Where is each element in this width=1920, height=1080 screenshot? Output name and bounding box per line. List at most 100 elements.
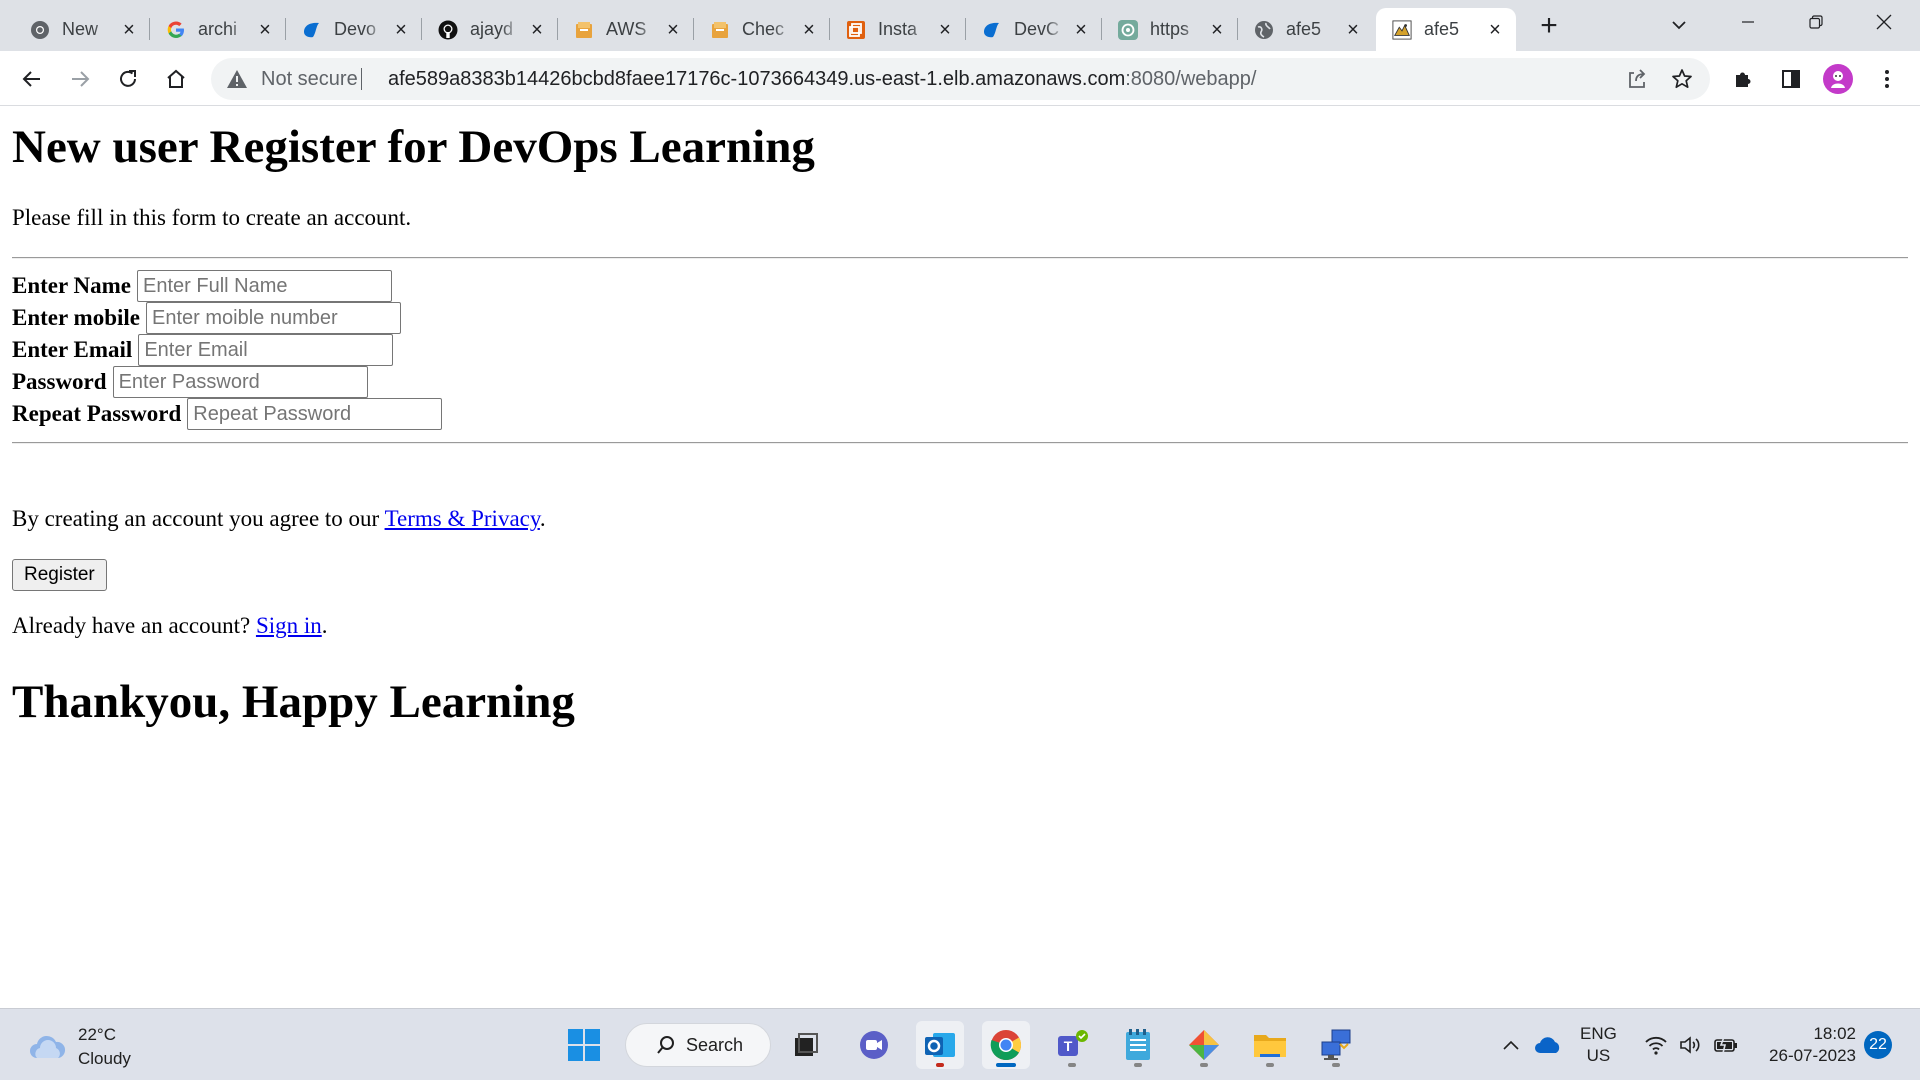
tab-title: Insta	[878, 19, 918, 39]
close-icon[interactable]: ×	[1206, 19, 1228, 41]
mobile-input[interactable]	[145, 302, 401, 334]
git-icon	[1189, 1030, 1219, 1060]
taskbar-app-remote-desktop[interactable]	[1312, 1021, 1360, 1069]
close-icon[interactable]: ×	[1070, 19, 1092, 41]
chevron-down-icon	[1672, 21, 1686, 30]
speaker-icon	[1680, 1036, 1700, 1054]
tab-search-button[interactable]	[1662, 8, 1696, 42]
signin-text: Already have an account? Sign in.	[12, 613, 328, 639]
tab-title: afe5	[1424, 19, 1460, 39]
google-icon	[166, 20, 186, 40]
taskbar-app-teams[interactable]: T	[1048, 1021, 1096, 1069]
taskbar-app-file-explorer[interactable]	[1246, 1021, 1294, 1069]
name-input[interactable]	[137, 270, 393, 302]
browser-tab-active[interactable]: afe5 ×	[1376, 8, 1516, 51]
task-view-icon	[795, 1033, 818, 1056]
browser-toolbar: Not secure afe589a8383b14426bcbd8faee171…	[0, 51, 1920, 106]
weather-widget[interactable]: 22°C Cloudy	[28, 1023, 131, 1071]
close-icon[interactable]: ×	[526, 19, 548, 41]
taskbar-app-chrome[interactable]	[982, 1021, 1030, 1069]
side-panel-button[interactable]	[1774, 62, 1808, 96]
address-bar[interactable]: Not secure afe589a8383b14426bcbd8faee171…	[211, 58, 1710, 100]
bookmark-star-icon[interactable]	[1667, 64, 1697, 94]
tab-title: New	[62, 19, 99, 39]
more-vert-icon	[1885, 70, 1889, 88]
register-button[interactable]: Register	[12, 559, 107, 591]
url-text[interactable]: afe589a8383b14426bcbd8faee17176c-1073664…	[388, 68, 1256, 91]
browser-tab-strip: New × archi × Devo × ajayd × AWS × Chec …	[0, 0, 1920, 51]
home-icon	[167, 69, 185, 88]
browser-tab[interactable]: DevC ×	[966, 8, 1102, 51]
taskbar-app-git[interactable]	[1180, 1021, 1228, 1069]
close-window-button[interactable]	[1856, 0, 1912, 44]
notification-badge[interactable]: 22	[1864, 1031, 1892, 1059]
running-indicator	[1332, 1063, 1340, 1067]
forward-button[interactable]	[63, 62, 97, 96]
taskbar-app-meet[interactable]	[850, 1021, 898, 1069]
browser-tab[interactable]: New ×	[14, 8, 150, 51]
reload-button[interactable]	[111, 62, 145, 96]
browser-tab[interactable]: https ×	[1102, 8, 1238, 51]
minimize-button[interactable]	[1720, 0, 1776, 44]
remote-desktop-icon	[1321, 1029, 1351, 1060]
terms-link[interactable]: Terms & Privacy	[385, 506, 540, 531]
volume-button[interactable]	[1677, 1031, 1705, 1059]
wifi-button[interactable]	[1642, 1031, 1670, 1059]
windows-taskbar: 22°C Cloudy Search T ENG US 18:02 26-07-…	[0, 1008, 1920, 1080]
browser-tab[interactable]: archi ×	[150, 8, 286, 51]
home-button[interactable]	[159, 62, 193, 96]
signin-link[interactable]: Sign in	[256, 613, 322, 638]
browser-menu-button[interactable]	[1870, 62, 1904, 96]
url-path: :8080/webapp/	[1125, 68, 1257, 90]
running-indicator	[1068, 1063, 1076, 1067]
warning-icon[interactable]	[225, 68, 249, 90]
divider	[361, 68, 362, 90]
close-icon[interactable]: ×	[254, 19, 276, 41]
extensions-button[interactable]	[1726, 62, 1760, 96]
clock-time: 18:02	[1813, 1024, 1856, 1043]
taskbar-search[interactable]: Search	[625, 1023, 771, 1067]
task-view-button[interactable]	[782, 1021, 830, 1069]
battery-button[interactable]	[1712, 1031, 1740, 1059]
browser-tab[interactable]: Devo ×	[286, 8, 422, 51]
new-tab-button[interactable]: +	[1532, 10, 1566, 44]
close-icon[interactable]: ×	[662, 19, 684, 41]
close-icon[interactable]: ×	[798, 19, 820, 41]
running-indicator	[1134, 1063, 1142, 1067]
intro-text: Please fill in this form to create an ac…	[12, 205, 412, 230]
tomcat-icon	[1392, 19, 1412, 40]
taskbar-app-outlook[interactable]	[916, 1021, 964, 1069]
terms-text: By creating an account you agree to our …	[12, 506, 546, 532]
password-input[interactable]	[112, 366, 368, 398]
taskbar-app-notepad[interactable]	[1114, 1021, 1162, 1069]
tab-title: AWS	[606, 19, 647, 39]
browser-tab[interactable]: ajayd ×	[422, 8, 558, 51]
close-icon[interactable]: ×	[1342, 19, 1364, 41]
back-button[interactable]	[15, 62, 49, 96]
teams-icon: T	[1058, 1030, 1088, 1056]
language-indicator[interactable]: ENG US	[1580, 1023, 1617, 1067]
close-icon[interactable]: ×	[1484, 19, 1506, 41]
browser-tab[interactable]: AWS ×	[558, 8, 694, 51]
onedrive-button[interactable]	[1534, 1031, 1562, 1059]
restore-icon	[1809, 15, 1823, 29]
system-clock[interactable]: 18:02 26-07-2023	[1762, 1023, 1856, 1067]
repeat-password-input[interactable]	[187, 398, 443, 430]
restore-button[interactable]	[1788, 0, 1844, 44]
close-icon[interactable]: ×	[118, 19, 140, 41]
share-icon[interactable]	[1622, 64, 1652, 94]
security-label: Not secure	[261, 68, 358, 90]
email-input[interactable]	[138, 334, 394, 366]
browser-tab[interactable]: Chec ×	[694, 8, 830, 51]
close-icon[interactable]: ×	[390, 19, 412, 41]
tray-overflow-button[interactable]	[1497, 1031, 1525, 1059]
profile-avatar[interactable]	[1823, 64, 1853, 94]
terms-suffix: .	[539, 506, 546, 531]
arrow-right-icon	[72, 71, 90, 87]
browser-tab[interactable]: afe5 ×	[1238, 8, 1374, 51]
browser-tab[interactable]: Insta ×	[830, 8, 966, 51]
start-button[interactable]	[560, 1021, 608, 1069]
notepad-icon	[1126, 1029, 1150, 1060]
close-icon[interactable]: ×	[934, 19, 956, 41]
aws-box-icon	[574, 20, 594, 40]
